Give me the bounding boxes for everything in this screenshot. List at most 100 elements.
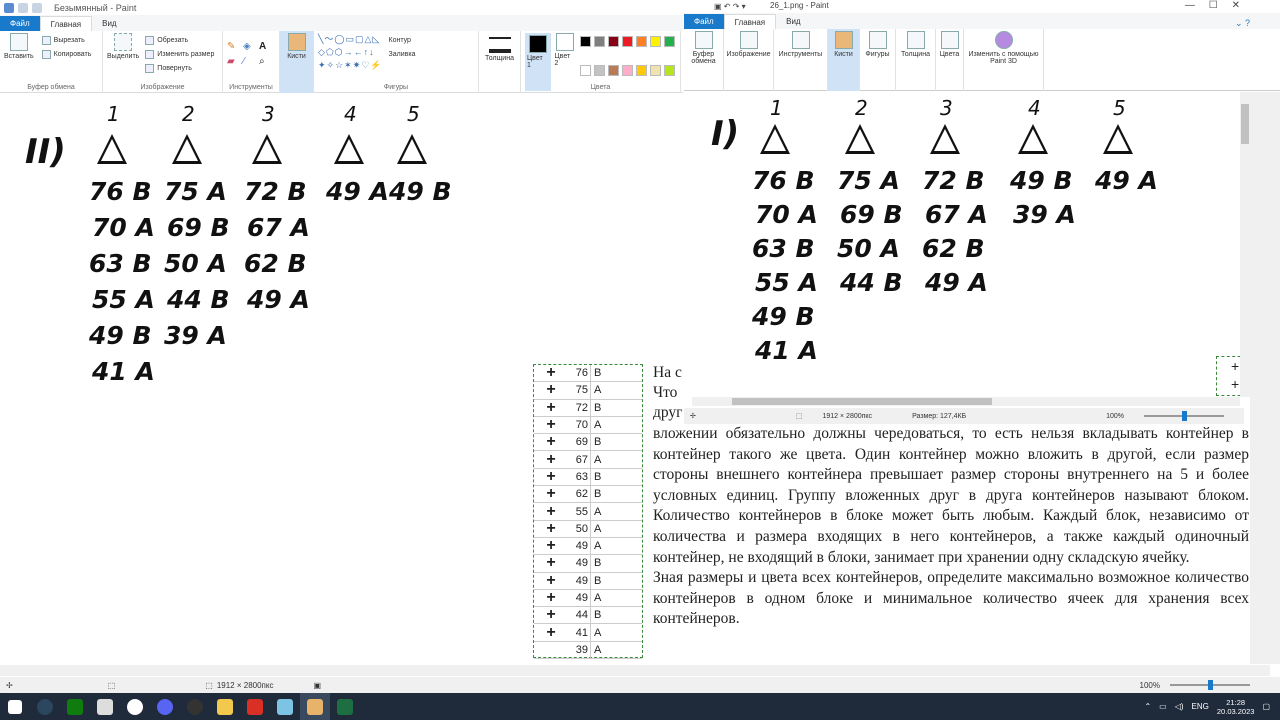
canvas-right[interactable]: I) 1 76 B 70 A 63 B 55 A 49 B 41 A 2 75 A 69 B 50 … [686, 92, 1240, 397]
obs-icon[interactable] [180, 693, 210, 720]
notifications-icon[interactable]: ▢ [1262, 702, 1270, 711]
tab-file[interactable]: Файл [0, 16, 40, 31]
select-button[interactable]: Выделить [107, 33, 139, 75]
crop-button[interactable]: Обрезать [145, 33, 214, 47]
w2-image[interactable]: Изображение [724, 29, 774, 91]
copy-icon [41, 49, 51, 59]
color1-button[interactable]: Цвет 1 [525, 33, 551, 91]
size-group[interactable]: Толщина [479, 31, 521, 93]
color2-button[interactable]: Цвет 2 [555, 33, 577, 91]
container-entry: 44 B [167, 285, 230, 314]
horizontal-scrollbar-1[interactable] [0, 665, 1270, 676]
excel-icon[interactable] [330, 693, 360, 720]
tab-view[interactable]: Вид [92, 16, 126, 31]
table-row: +44 B [534, 606, 642, 625]
tray-chevron-icon[interactable]: ⌃ [1144, 702, 1151, 711]
save-icon[interactable] [4, 2, 14, 13]
yandex-icon[interactable] [120, 693, 150, 720]
w2-shapes[interactable]: Фигуры [860, 29, 896, 91]
acrobat-icon[interactable] [240, 693, 270, 720]
cursor-pos-icon: ✢ [690, 413, 696, 420]
copy-button[interactable]: Копировать [41, 47, 91, 61]
colors-group-label: Цвета [590, 84, 611, 91]
vertical-scrollbar-2[interactable] [1240, 92, 1250, 397]
fill-button[interactable]: Заливка [389, 47, 416, 61]
color-cell: A [590, 416, 610, 434]
container-entry: 62 B [922, 234, 985, 263]
horizontal-scrollbar-2[interactable] [692, 397, 1240, 406]
resize-icon [145, 49, 155, 59]
container-entry: 49 B [89, 321, 152, 350]
window-controls[interactable]: — ☐ ✕ [1185, 0, 1240, 11]
w2-size[interactable]: Толщина [896, 29, 936, 91]
tab-file-2[interactable]: Файл [684, 14, 724, 29]
w1-zoom-slider[interactable] [1170, 680, 1250, 690]
w2-brushes[interactable]: Кисти [828, 29, 860, 91]
outline-button[interactable]: Контур [389, 33, 416, 47]
column-number: 1 [107, 102, 120, 126]
language-indicator[interactable]: ENG [1192, 702, 1209, 711]
w2-clipboard[interactable]: Буфер обмена [684, 29, 724, 91]
resize-button[interactable]: Изменить размер [145, 47, 214, 61]
tab-home[interactable]: Главная [39, 16, 93, 31]
palette[interactable] [580, 36, 676, 91]
steam-icon[interactable] [30, 693, 60, 720]
tab-view-2[interactable]: Вид [776, 14, 810, 29]
help-icon[interactable]: ⌄ ? [1235, 18, 1250, 29]
pencil-icon[interactable]: ✎ [227, 41, 239, 52]
w1-zoom-label: 100% [1139, 680, 1160, 690]
cut-button[interactable]: Вырезать [41, 33, 92, 47]
fill-icon[interactable]: ◈ [243, 41, 255, 52]
w2-paint3d[interactable]: Изменить с помощью Paint 3D [964, 29, 1044, 91]
window1-statusbar: ✢ ⬚ ⬚ 1912 × 2800пкс ▣ 100% [0, 677, 1280, 693]
xbox-icon[interactable] [60, 693, 90, 720]
mark-cell: + [546, 450, 556, 468]
column-number: 3 [262, 102, 275, 126]
size-cell: 49 [575, 592, 588, 604]
clock[interactable]: 21:28 20.03.2023 [1217, 698, 1255, 716]
explorer-icon[interactable] [210, 693, 240, 720]
table-row: +41 A [534, 624, 642, 642]
magnifier-icon[interactable]: ⌕ [259, 56, 271, 67]
triangle-icon [1018, 124, 1048, 154]
size-cell: 76 [575, 367, 588, 380]
container-entry: 70 A [755, 200, 818, 229]
window1-tabs: Файл Главная Вид [0, 15, 683, 31]
table-row: +63 B [534, 468, 642, 487]
rotate-button[interactable]: Повернуть [145, 61, 214, 75]
calculator-icon[interactable] [90, 693, 120, 720]
taskbar: ⌃ ▭ ◁) ENG 21:28 20.03.2023 ▢ [0, 693, 1280, 720]
paste-icon [9, 33, 28, 51]
w2-zoom-slider[interactable] [1144, 411, 1224, 421]
volume-icon[interactable]: ◁) [1175, 702, 1184, 711]
redo-icon[interactable] [32, 2, 42, 13]
notepad-icon[interactable] [270, 693, 300, 720]
network-icon[interactable]: ▭ [1159, 702, 1167, 711]
tab-home-2[interactable]: Главная [723, 14, 777, 29]
undo-icon[interactable] [18, 2, 28, 13]
container-entry: 50 A [164, 249, 227, 278]
picker-icon[interactable]: ⁄ [243, 56, 255, 67]
window2-statusbar: ✢ ⬚ 1912 × 2800пкс Размер: 127,4КБ 100% [684, 408, 1244, 424]
container-entry: 75 A [164, 177, 227, 206]
brush-icon-2 [834, 31, 853, 49]
shapes-gallery[interactable]: ╲〜◯▭▢△◺ ◇⬠⬡→←↑↓ ✦✧☆✶✷♡⚡ [318, 33, 383, 72]
color-cell: B [590, 607, 610, 624]
paste-button[interactable]: Вставить [4, 33, 34, 61]
start-button[interactable] [0, 693, 30, 720]
eraser-icon[interactable]: ▰ [227, 56, 239, 67]
container-entry: 75 A [837, 166, 900, 195]
paint-icon[interactable] [300, 693, 330, 720]
container-entry: 39 A [164, 321, 227, 350]
mark-cell: + [546, 537, 556, 555]
table-row: +67 A [534, 450, 642, 469]
discord-icon[interactable] [150, 693, 180, 720]
brushes-group[interactable]: Кисти [280, 31, 314, 93]
w2-colors[interactable]: Цвета [936, 29, 964, 91]
text-icon[interactable]: A [259, 41, 271, 52]
w2-tools[interactable]: Инструменты [774, 29, 828, 91]
column-number: 5 [407, 102, 420, 126]
color-cell: B [590, 468, 610, 486]
shapes-group-label: Фигуры [383, 84, 409, 91]
column-number: 4 [1028, 96, 1041, 120]
